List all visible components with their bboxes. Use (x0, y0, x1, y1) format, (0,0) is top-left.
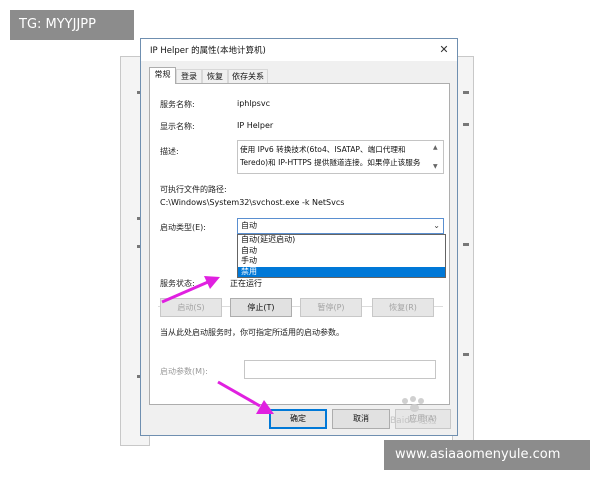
background-mark (463, 123, 469, 126)
tab-recovery[interactable]: 恢复 (202, 69, 228, 84)
chevron-down-icon[interactable]: ⌄ (433, 219, 440, 233)
display-name-value: IP Helper (237, 121, 274, 130)
background-mark (463, 91, 469, 94)
annotation-arrow-shaft (161, 280, 209, 304)
startup-type-select[interactable]: 自动 ⌄ (237, 218, 444, 234)
title-bar: IP Helper 的属性(本地计算机) ✕ (141, 39, 457, 61)
start-params-input[interactable] (244, 360, 436, 379)
description-scrollbar[interactable]: ▲ ▼ (431, 142, 442, 172)
startup-option-auto-delayed[interactable]: 自动(延迟启动) (238, 235, 445, 246)
service-name-label: 服务名称: (160, 100, 195, 109)
start-params-label: 启动参数(M): (160, 367, 208, 376)
stop-button[interactable]: 停止(T) (230, 298, 292, 317)
resume-button[interactable]: 恢复(R) (372, 298, 434, 317)
baidu-watermark-text: Baidu 经验 (390, 416, 437, 426)
annotation-arrow-head (256, 400, 274, 414)
annotation-arrow-shaft (217, 380, 261, 408)
exe-path-value: C:\Windows\System32\svchost.exe -k NetSv… (160, 198, 345, 207)
pause-button[interactable]: 暂停(P) (300, 298, 362, 317)
baidu-watermark: Baidu 经验 (390, 396, 450, 426)
display-name-label: 显示名称: (160, 122, 195, 131)
startup-type-dropdown: 自动(延迟启动) 自动 手动 禁用 (237, 234, 446, 278)
startup-option-manual[interactable]: 手动 (238, 256, 445, 267)
paw-icon (410, 396, 416, 402)
paw-icon (410, 404, 419, 412)
properties-dialog: IP Helper 的属性(本地计算机) ✕ 常规 登录 恢复 依存关系 服务名… (140, 38, 458, 436)
close-icon[interactable]: ✕ (431, 39, 457, 61)
exe-path-label: 可执行文件的路径: (160, 185, 227, 194)
tab-dependencies[interactable]: 依存关系 (228, 69, 268, 84)
startup-type-selected: 自动 (241, 221, 257, 230)
annotation-arrow-ok (217, 380, 274, 414)
service-name-value: iphlpsvc (237, 99, 270, 108)
description-text: 使用 IPv6 转换技术(6to4、ISATAP、端口代理和 Teredo)和 … (240, 145, 421, 167)
startup-type-label: 启动类型(E): (160, 223, 206, 232)
paw-icon (402, 398, 408, 404)
tab-general[interactable]: 常规 (149, 67, 176, 84)
scroll-down-icon[interactable]: ▼ (433, 164, 438, 170)
general-panel: 服务名称: iphlpsvc 显示名称: IP Helper 描述: 使用 IP… (149, 83, 450, 405)
annotation-arrow-disabled (161, 276, 220, 304)
service-status-value: 正在运行 (230, 279, 262, 288)
background-mark (463, 353, 469, 356)
start-params-hint: 当从此处启动服务时，你可指定所适用的启动参数。 (160, 328, 344, 337)
dialog-title: IP Helper 的属性(本地计算机) (150, 46, 266, 56)
startup-option-disabled[interactable]: 禁用 (238, 266, 445, 277)
paw-icon (418, 398, 424, 404)
background-mark (463, 243, 469, 246)
cancel-button[interactable]: 取消 (332, 409, 390, 429)
startup-option-auto[interactable]: 自动 (238, 246, 445, 257)
watermark-tag-top: TG: MYYJJPP (10, 10, 134, 40)
description-box[interactable]: 使用 IPv6 转换技术(6to4、ISATAP、端口代理和 Teredo)和 … (237, 140, 444, 174)
scroll-up-icon[interactable]: ▲ (433, 145, 438, 151)
watermark-tag-bottom: www.asiaaomenyule.com (384, 440, 590, 470)
description-label: 描述: (160, 147, 179, 156)
tab-logon[interactable]: 登录 (176, 69, 202, 84)
